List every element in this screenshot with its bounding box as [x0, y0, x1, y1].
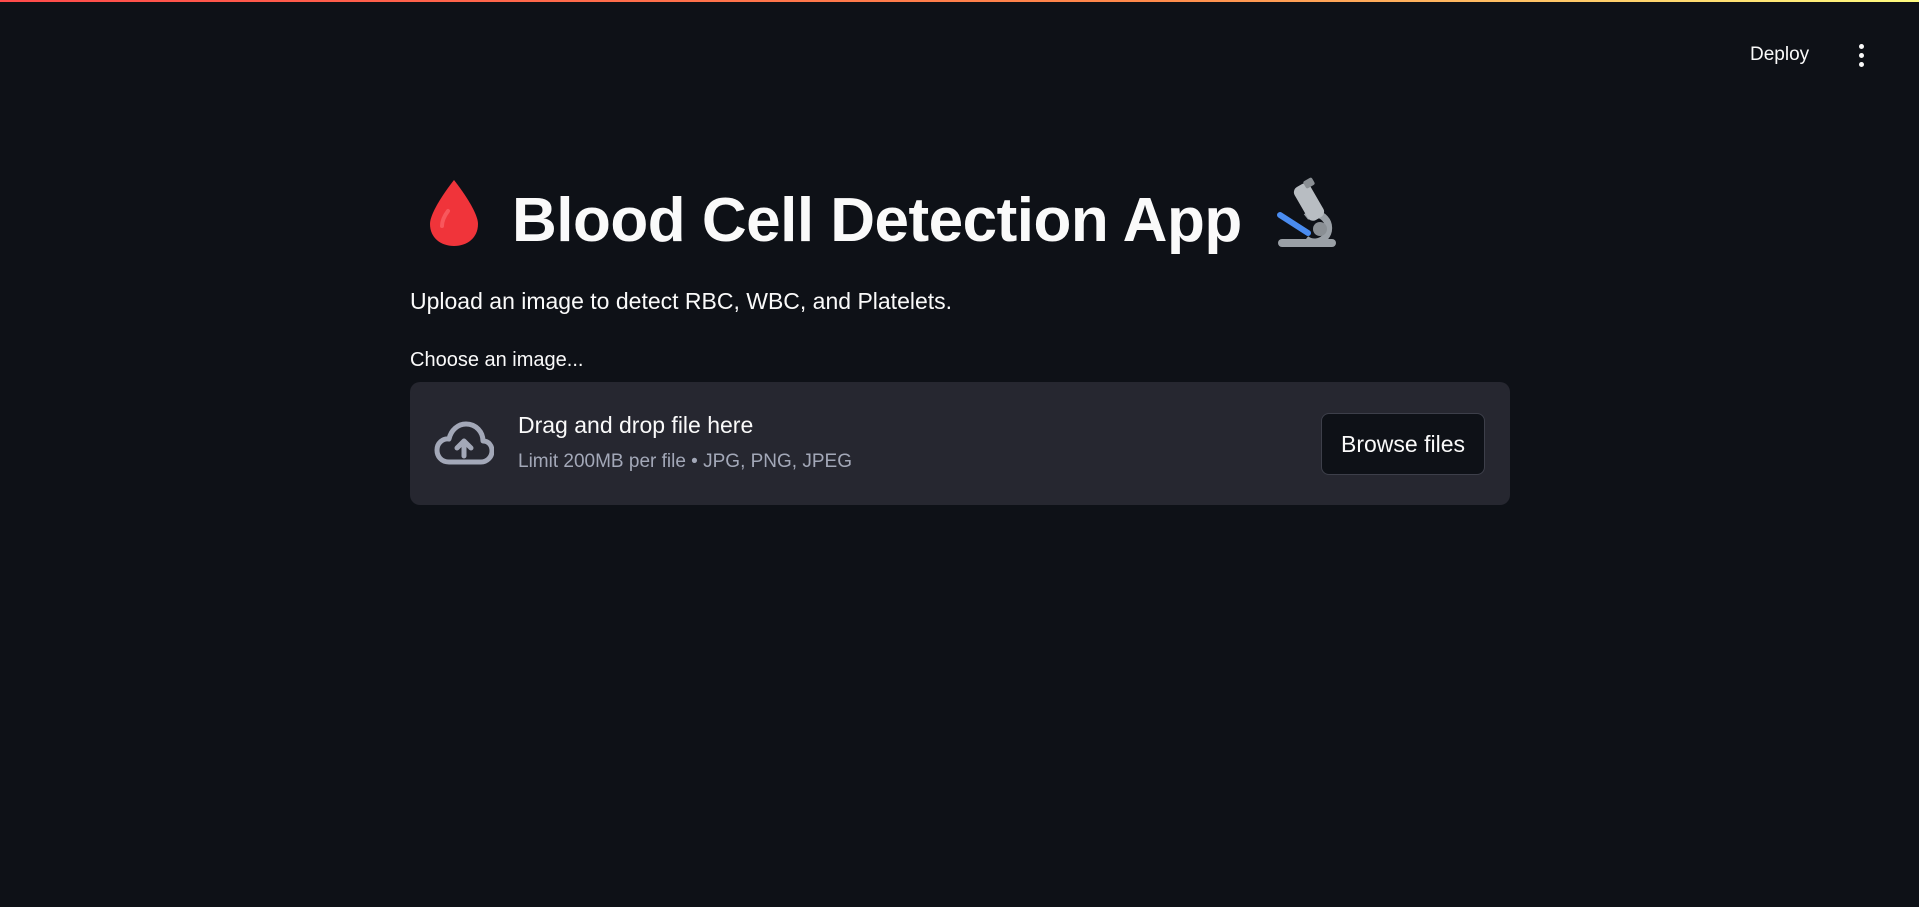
page-title: Blood Cell Detection App	[410, 170, 1510, 270]
main-content: Blood Cell Detection App Upload an image…	[410, 170, 1510, 505]
page-subtitle: Upload an image to detect RBC, WBC, and …	[410, 288, 953, 314]
main-menu-button[interactable]	[1846, 38, 1876, 72]
browse-files-button[interactable]: Browse files	[1321, 413, 1485, 475]
page-title-text: Blood Cell Detection App	[512, 185, 1242, 255]
vertical-dots-icon	[1858, 43, 1864, 49]
vertical-dots-icon-dot	[1858, 61, 1864, 67]
vertical-dots-icon-dot	[1858, 52, 1864, 58]
dropzone-title: Drag and drop file here	[518, 412, 754, 438]
file-dropzone[interactable]: Drag and drop file here Limit 200MB per …	[410, 382, 1510, 505]
cloud-upload-icon	[434, 420, 495, 471]
deploy-button[interactable]: Deploy	[1740, 38, 1819, 72]
file-uploader-label: Choose an image...	[410, 349, 584, 371]
blood-drop-icon	[426, 178, 482, 263]
dropzone-text: Drag and drop file here Limit 200MB per …	[518, 412, 852, 473]
dropzone-limit: Limit 200MB per file • JPG, PNG, JPEG	[518, 451, 852, 472]
app-header: Deploy	[0, 0, 1919, 110]
microscope-icon	[1270, 177, 1342, 264]
